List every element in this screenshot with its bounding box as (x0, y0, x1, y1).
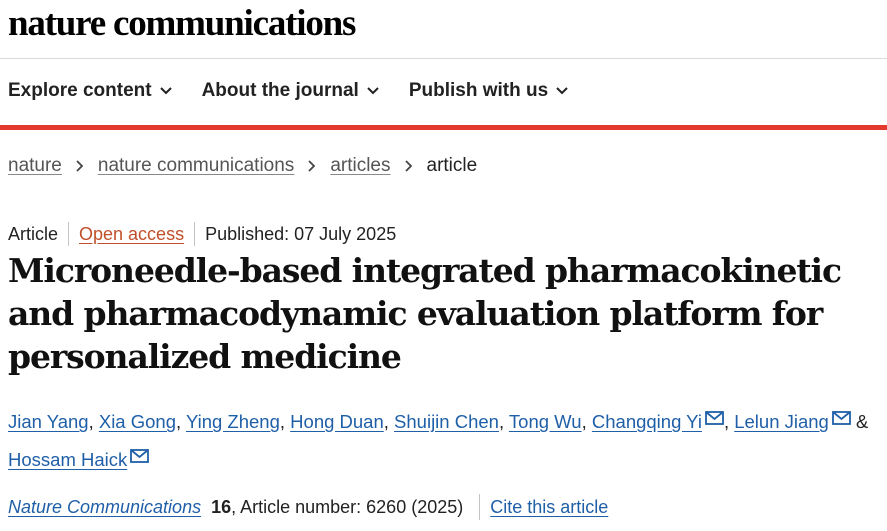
breadcrumb-nature-communications[interactable]: nature communications (98, 155, 294, 177)
meta-divider (194, 222, 196, 246)
breadcrumb-articles[interactable]: articles (330, 155, 390, 177)
nav-item-label: About the journal (201, 80, 359, 101)
breadcrumb-current: article (426, 155, 478, 176)
author-separator: , (498, 411, 509, 432)
meta-divider (68, 222, 70, 246)
main-nav: Explore content About the journal Publis… (8, 80, 598, 102)
author-list: Jian Yang, Xia Gong, Ying Zheng, Hong Du… (8, 403, 886, 479)
journal-logo[interactable]: nature communications (8, 2, 356, 46)
published-date: Published: 07 July 2025 (205, 223, 397, 244)
author-link[interactable]: Ying Zheng (186, 411, 280, 432)
article-meta: Article Open access Published: 07 July 2… (8, 222, 396, 246)
author-link[interactable]: Jian Yang (8, 411, 89, 432)
chevron-right-icon (76, 160, 84, 172)
breadcrumb: nature nature communications articles ar… (8, 155, 477, 177)
open-access-link[interactable]: Open access (79, 224, 184, 245)
accent-bar (0, 125, 887, 130)
author-link[interactable]: Tong Wu (509, 411, 582, 432)
header-divider (0, 58, 887, 59)
author-link[interactable]: Lelun Jiang (734, 411, 829, 432)
author-link[interactable]: Xia Gong (99, 411, 176, 432)
email-icon[interactable] (831, 411, 851, 425)
nav-item-label: Publish with us (408, 80, 549, 101)
author-separator: , (581, 411, 592, 432)
citation-line: Nature Communications 16 , Article numbe… (8, 494, 608, 520)
nav-item-label: Explore content (8, 80, 152, 101)
author-separator: & (850, 411, 869, 432)
email-icon[interactable] (130, 449, 150, 463)
volume-number: 16 (211, 496, 232, 517)
author-separator: , (383, 411, 395, 432)
cite-article-link[interactable]: Cite this article (490, 497, 608, 518)
citation-divider (479, 494, 481, 520)
author-link[interactable]: Hong Duan (290, 411, 384, 432)
chevron-down-icon (556, 87, 568, 95)
nav-about-journal[interactable]: About the journal (202, 80, 379, 102)
author-separator: , (176, 411, 186, 432)
article-type: Article (8, 223, 59, 244)
masthead: nature communications (8, 2, 356, 54)
journal-link[interactable]: Nature Communications (8, 497, 201, 518)
author-separator: , (723, 411, 735, 432)
chevron-down-icon (159, 87, 172, 95)
author-separator: , (88, 411, 99, 432)
email-icon[interactable] (705, 411, 724, 425)
chevron-right-icon (404, 160, 412, 172)
article-number: , Article number: 6260 (2025) (231, 496, 464, 517)
nav-publish-with-us[interactable]: Publish with us (409, 80, 568, 102)
nav-explore-content[interactable]: Explore content (8, 80, 172, 102)
author-link[interactable]: Hossam Haick (8, 449, 127, 470)
author-separator: , (279, 411, 291, 432)
chevron-down-icon (367, 87, 379, 95)
author-link[interactable]: Shuijin Chen (394, 411, 499, 432)
chevron-right-icon (308, 160, 316, 172)
breadcrumb-nature[interactable]: nature (8, 155, 62, 177)
author-link[interactable]: Changqing Yi (592, 411, 702, 432)
article-title: Microneedle-based integrated pharmacokin… (8, 251, 842, 376)
